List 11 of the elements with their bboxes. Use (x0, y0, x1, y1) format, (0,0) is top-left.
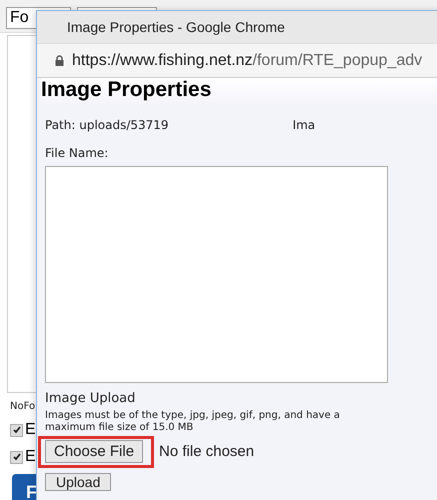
url-text: https://www.fishing.net.nz/forum/RTE_popup_adv (72, 52, 422, 70)
file-status: No file chosen (159, 443, 254, 460)
upload-note: Images must be of the type, jpg, jpeg, gif, png, and have a maximum file size of 15.0 MB (45, 410, 341, 434)
path-text: Path: uploads/53719 (45, 118, 169, 132)
upload-heading: Image Upload (45, 391, 136, 406)
status-text: NoFo (10, 401, 36, 412)
image-label: Ima (292, 118, 316, 132)
option-label: E (25, 448, 36, 466)
file-name-label: File Name: (45, 146, 110, 160)
option-label: E (25, 421, 36, 439)
window-title: Image Properties - Google Chrome (67, 19, 285, 35)
